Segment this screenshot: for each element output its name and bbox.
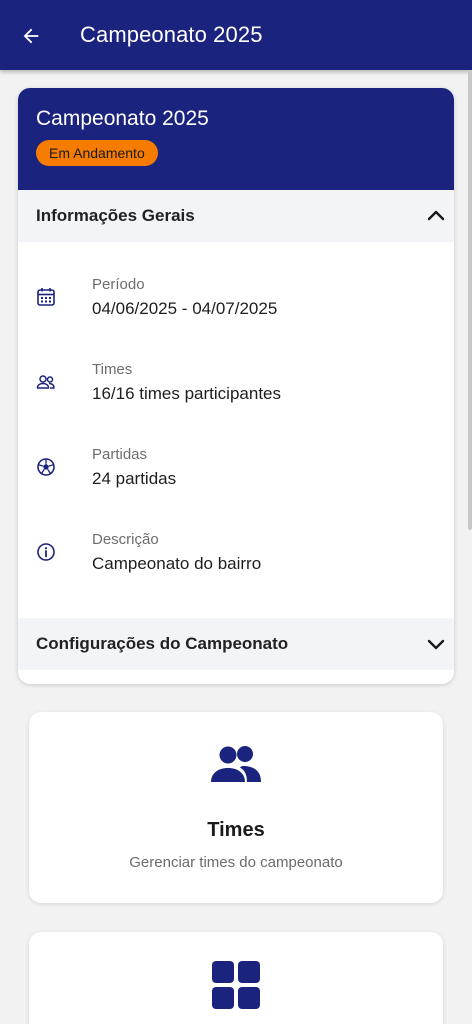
general-info-list: Período 04/06/2025 - 04/07/2025 Times 16… [18, 242, 454, 618]
teams-card[interactable]: Times Gerenciar times do campeonato [29, 712, 443, 903]
general-info-toggle[interactable]: Informações Gerais [18, 190, 454, 242]
info-item-period: Período 04/06/2025 - 04/07/2025 [18, 276, 454, 361]
info-item-teams: Times 16/16 times participantes [18, 361, 454, 446]
chevron-down-icon [422, 630, 450, 658]
users-icon [210, 744, 262, 789]
info-item-description: Descrição Campeonato do bairro [18, 531, 454, 616]
info-label: Times [92, 361, 133, 378]
app-bar: Campeonato 2025 [0, 0, 472, 70]
info-value: Campeonato do bairro [92, 554, 262, 573]
championship-header: Campeonato 2025 Em Andamento [18, 88, 454, 190]
info-label: Descrição [92, 531, 159, 548]
info-label: Partidas [92, 446, 148, 463]
users-icon [36, 372, 56, 392]
back-button[interactable] [16, 21, 46, 51]
section-title-general-info: Informações Gerais [36, 206, 195, 225]
championship-title: Campeonato 2025 [36, 107, 209, 130]
info-value: 16/16 times participantes [92, 384, 281, 403]
championship-card: Campeonato 2025 Em Andamento Informações… [18, 88, 454, 684]
calendar-icon [36, 287, 56, 307]
scrollbar[interactable] [468, 70, 472, 530]
info-item-matches: Partidas 24 partidas [18, 446, 454, 531]
settings-toggle[interactable]: Configurações do Campeonato [18, 618, 454, 670]
grid-icon [212, 961, 260, 1014]
page-title: Campeonato 2025 [80, 22, 263, 47]
teams-card-title: Times [207, 819, 265, 841]
status-badge: Em Andamento [36, 140, 158, 166]
teams-card-description: Gerenciar times do campeonato [129, 854, 343, 871]
info-label: Período [92, 276, 145, 293]
section-title-settings: Configurações do Campeonato [36, 634, 289, 653]
info-value: 24 partidas [92, 469, 177, 488]
soccer-ball-icon [36, 457, 56, 477]
info-icon [36, 542, 56, 562]
info-value: 04/06/2025 - 04/07/2025 [92, 299, 278, 318]
grid-card[interactable] [29, 932, 443, 1024]
arrow-left-icon [23, 28, 39, 44]
chevron-up-icon [422, 202, 450, 230]
